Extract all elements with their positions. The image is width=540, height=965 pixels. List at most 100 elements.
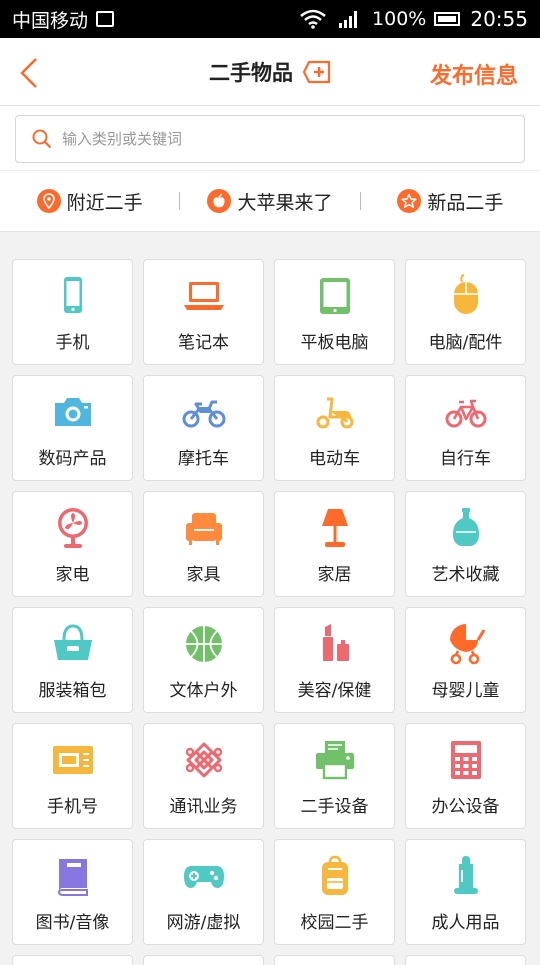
camera-icon — [54, 398, 91, 426]
category-label: 手机 — [55, 333, 90, 353]
bicycle-icon — [445, 399, 486, 428]
mouse-icon — [453, 274, 478, 314]
category-bicycle[interactable]: 自行车 — [405, 375, 526, 481]
category-beauty-health[interactable]: 美容/保健 — [274, 607, 395, 713]
condom-icon — [453, 856, 478, 894]
category-label: 办公设备 — [431, 797, 500, 817]
add-category-icon[interactable] — [303, 60, 331, 84]
battery-percent: 100% — [372, 8, 427, 30]
category-online-games[interactable]: 网游/虚拟 — [143, 839, 264, 945]
category-computer-accessories[interactable]: 电脑/配件 — [405, 259, 526, 365]
category-label: 电脑/配件 — [428, 333, 503, 353]
category-furniture[interactable]: 家具 — [143, 491, 264, 597]
battery-icon — [434, 12, 461, 26]
category-home[interactable]: 家居 — [274, 491, 395, 597]
category-campus[interactable]: 校园二手 — [274, 839, 395, 945]
category-label: 通讯业务 — [169, 797, 238, 817]
page-title: 二手物品 — [209, 61, 293, 85]
category-office-equipment[interactable]: 办公设备 — [405, 723, 526, 829]
tablet-icon — [319, 278, 350, 314]
back-arrow-icon[interactable] — [16, 56, 46, 90]
lamp-icon — [321, 509, 348, 547]
category-label: 二手设备 — [300, 797, 369, 817]
gamepad-icon — [183, 866, 224, 888]
category-label: 图书/音像 — [35, 913, 110, 933]
category-label: 平板电脑 — [300, 333, 369, 353]
star-icon — [397, 189, 422, 213]
apple-icon — [207, 189, 232, 213]
location-icon — [36, 189, 61, 213]
stroller-icon — [449, 624, 485, 665]
phone-icon — [63, 277, 82, 313]
signal-icon — [339, 11, 358, 28]
quick-links-bar: 附近二手 大苹果来了 新品二手 — [0, 170, 540, 232]
category-motorcycle[interactable]: 摩托车 — [143, 375, 264, 481]
category-e-bike[interactable]: 电动车 — [274, 375, 395, 481]
category-appliance[interactable]: 家电 — [12, 491, 133, 597]
category-label: 家居 — [317, 565, 352, 585]
category-label: 成人用品 — [431, 913, 500, 933]
category-label: 美容/保健 — [297, 681, 372, 701]
category-clothing-bags[interactable]: 服装箱包 — [12, 607, 133, 713]
quick-link-label: 新品二手 — [427, 191, 504, 214]
book-icon — [57, 859, 88, 896]
quick-link-label: 附近二手 — [66, 191, 143, 214]
search-area — [0, 106, 540, 170]
scooter-icon — [316, 397, 353, 429]
category-used-equipment[interactable]: 二手设备 — [274, 723, 395, 829]
category-label: 校园二手 — [300, 913, 369, 933]
category-label: 自行车 — [440, 449, 491, 469]
category-laptop[interactable]: 笔记本 — [143, 259, 264, 365]
printer-icon — [315, 741, 354, 780]
category-label: 文体户外 — [169, 681, 238, 701]
category-books-media[interactable]: 图书/音像 — [12, 839, 133, 945]
sofa-icon — [185, 513, 222, 545]
search-box[interactable] — [15, 115, 525, 163]
publish-button[interactable]: 发布信息 — [430, 58, 518, 90]
category-partial[interactable] — [274, 955, 395, 965]
image-notification-icon — [96, 11, 115, 27]
category-label: 笔记本 — [178, 333, 229, 353]
category-partial[interactable] — [405, 955, 526, 965]
fan-icon — [57, 508, 88, 548]
category-adult[interactable]: 成人用品 — [405, 839, 526, 945]
quick-link-nearby[interactable]: 附近二手 — [0, 188, 179, 215]
search-icon — [32, 129, 52, 149]
bag-icon — [53, 624, 92, 660]
category-partial[interactable] — [143, 955, 264, 965]
category-tablet[interactable]: 平板电脑 — [274, 259, 395, 365]
search-input[interactable] — [62, 130, 502, 148]
category-label: 家具 — [186, 565, 221, 585]
ball-icon — [185, 626, 222, 662]
clock: 20:55 — [470, 7, 528, 31]
backpack-icon — [321, 855, 348, 895]
quick-link-new[interactable]: 新品二手 — [361, 188, 540, 215]
laptop-icon — [183, 282, 224, 310]
category-label: 服装箱包 — [38, 681, 107, 701]
category-label: 家电 — [55, 565, 90, 585]
category-mother-baby[interactable]: 母婴儿童 — [405, 607, 526, 713]
category-partial[interactable] — [12, 955, 133, 965]
category-telecom[interactable]: 通讯业务 — [143, 723, 264, 829]
telecom-knot-icon — [185, 742, 222, 778]
calculator-icon — [450, 741, 481, 779]
vase-icon — [452, 508, 479, 546]
category-label: 手机号 — [47, 797, 98, 817]
category-sports-outdoor[interactable]: 文体户外 — [143, 607, 264, 713]
lipstick-icon — [322, 624, 349, 661]
category-label: 艺术收藏 — [431, 565, 500, 585]
category-label: 母婴儿童 — [431, 681, 500, 701]
category-phone[interactable]: 手机 — [12, 259, 133, 365]
status-bar: 中国移动 100% 20:55 — [0, 0, 540, 38]
category-digital[interactable]: 数码产品 — [12, 375, 133, 481]
quick-link-apple[interactable]: 大苹果来了 — [180, 188, 359, 215]
quick-link-label: 大苹果来了 — [237, 191, 333, 214]
category-label: 摩托车 — [178, 449, 229, 469]
category-art-collection[interactable]: 艺术收藏 — [405, 491, 526, 597]
wifi-icon — [300, 9, 326, 29]
category-label: 电动车 — [309, 449, 360, 469]
carrier-name: 中国移动 — [12, 9, 89, 32]
nav-bar: 二手物品 发布信息 — [0, 38, 540, 106]
category-phone-number[interactable]: 手机号 — [12, 723, 133, 829]
motorcycle-icon — [182, 400, 225, 428]
